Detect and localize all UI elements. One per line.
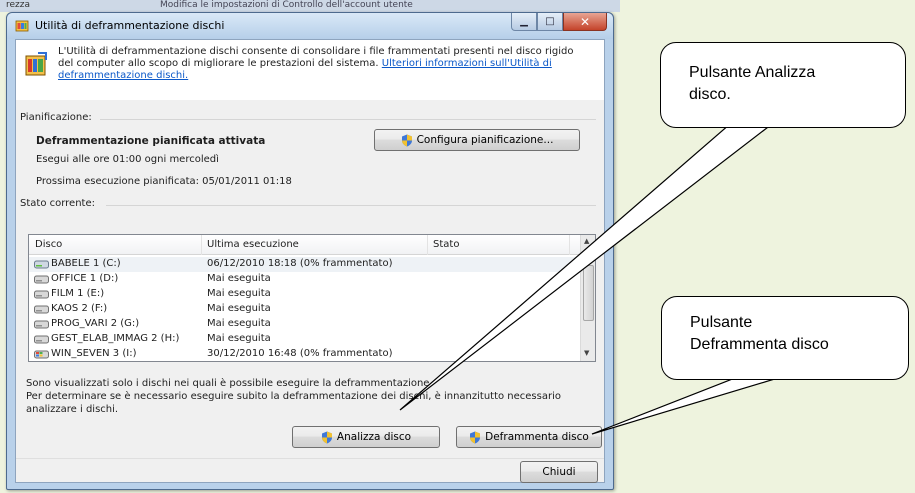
analyze-callout-line: disco. xyxy=(689,86,731,103)
defrag-callout: Pulsante Deframmenta disco xyxy=(661,296,909,380)
defrag-callout-line: Pulsante xyxy=(690,314,753,331)
defrag-callout-line: Deframmenta disco xyxy=(690,336,829,353)
analyze-callout: Pulsante Analizza disco. xyxy=(660,42,906,128)
defrag-callout-pointer xyxy=(591,377,779,435)
analyze-callout-line: Pulsante Analizza xyxy=(689,64,816,81)
